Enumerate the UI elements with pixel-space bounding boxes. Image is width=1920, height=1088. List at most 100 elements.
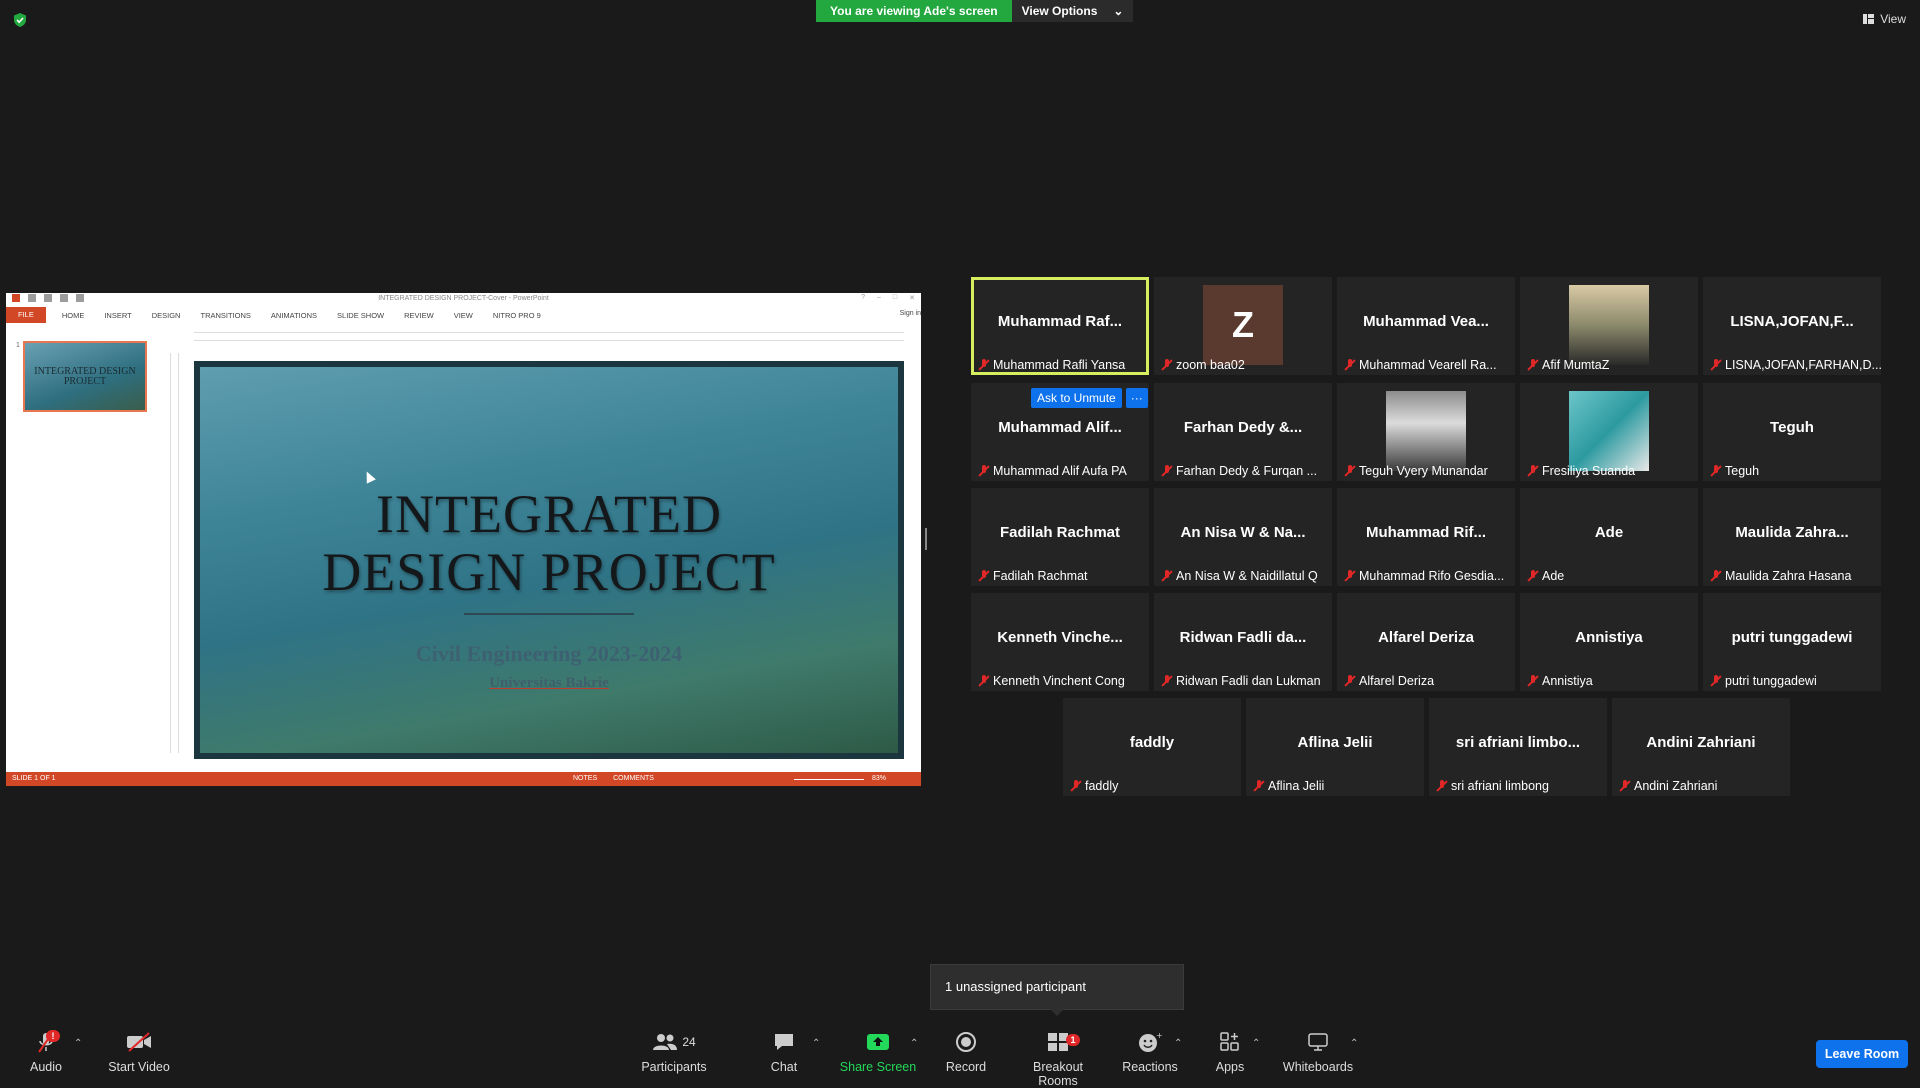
tab-view[interactable]: VIEW bbox=[444, 311, 483, 320]
participant-tile[interactable]: Afif MumtaZ bbox=[1520, 277, 1698, 375]
participant-name: Muhammad Rafli Yansa bbox=[993, 358, 1126, 372]
participant-tile[interactable]: Fresiliya Suanda bbox=[1520, 383, 1698, 481]
tab-transitions[interactable]: TRANSITIONS bbox=[190, 311, 260, 320]
tab-insert[interactable]: INSERT bbox=[94, 311, 141, 320]
participant-display-name: Aflina Jelii bbox=[1297, 734, 1373, 751]
mic-muted-icon bbox=[1528, 359, 1538, 371]
participant-name: Andini Zahriani bbox=[1634, 779, 1718, 793]
share-screen-button[interactable]: Share Screen bbox=[838, 1030, 918, 1074]
participant-display-name: Ridwan Fadli da... bbox=[1179, 629, 1307, 646]
tab-home[interactable]: HOME bbox=[52, 311, 95, 320]
participant-tile[interactable]: Ade Ade bbox=[1520, 488, 1698, 586]
minimize-icon[interactable]: – bbox=[877, 294, 881, 302]
chat-bubble-icon bbox=[775, 1034, 793, 1050]
tab-file[interactable]: FILE bbox=[6, 307, 46, 323]
participant-name: putri tunggadewi bbox=[1725, 674, 1817, 688]
maximize-icon[interactable]: □ bbox=[893, 294, 897, 302]
participant-display-name: Teguh bbox=[1770, 419, 1814, 436]
participant-display-name: Muhammad Alif... bbox=[998, 419, 1122, 436]
reactions-options-caret[interactable]: ⌃ bbox=[1174, 1038, 1182, 1049]
tab-slide-show[interactable]: SLIDE SHOW bbox=[327, 311, 394, 320]
sign-in-link[interactable]: Sign in bbox=[900, 310, 921, 317]
record-button[interactable]: Record bbox=[942, 1030, 990, 1074]
apps-icon bbox=[1220, 1032, 1239, 1051]
start-video-button[interactable]: Start Video bbox=[104, 1030, 174, 1074]
view-options-button[interactable]: View Options ⌄ bbox=[1011, 0, 1134, 22]
participant-tile[interactable]: Aflina Jelii Aflina Jelii bbox=[1246, 698, 1424, 796]
slide-thumbnail[interactable]: INTEGRATED DESIGN PROJECT bbox=[23, 341, 147, 412]
shared-screen-powerpoint[interactable]: INTEGRATED DESIGN PROJECT-Cover - PowerP… bbox=[6, 293, 921, 786]
participant-tile[interactable]: faddly faddly bbox=[1063, 698, 1241, 796]
participant-tile[interactable]: Farhan Dedy &... Farhan Dedy & Furqan ..… bbox=[1154, 383, 1332, 481]
audio-options-caret[interactable]: ⌃ bbox=[74, 1038, 82, 1049]
mic-muted-icon bbox=[979, 465, 989, 477]
help-icon[interactable]: ? bbox=[861, 294, 865, 302]
participant-name: faddly bbox=[1085, 779, 1119, 793]
participant-tile[interactable]: sri afriani limbo... sri afriani limbong bbox=[1429, 698, 1607, 796]
ribbon-tabs[interactable]: FILE HOME INSERT DESIGN TRANSITIONS ANIM… bbox=[6, 307, 921, 323]
slide-title-line1: INTEGRATED bbox=[376, 484, 722, 544]
participant-tile[interactable]: Teguh Teguh bbox=[1703, 383, 1881, 481]
zoom-level: 83% bbox=[872, 775, 887, 782]
zoom-slider[interactable] bbox=[794, 778, 864, 780]
participant-name: Alfarel Deriza bbox=[1359, 674, 1435, 688]
breakout-rooms-button[interactable]: Breakout Rooms bbox=[1012, 1030, 1104, 1088]
whiteboards-options-caret[interactable]: ⌃ bbox=[1350, 1038, 1358, 1049]
participant-tile[interactable]: Muhammad Rif... Muhammad Rifo Gesdia... bbox=[1337, 488, 1515, 586]
ask-to-unmute-button[interactable]: Ask to Unmute bbox=[1031, 388, 1122, 408]
window-controls[interactable]: ? – □ ✕ bbox=[861, 294, 915, 302]
chat-label: Chat bbox=[770, 1060, 798, 1074]
participants-button[interactable]: 24 Participants bbox=[638, 1030, 710, 1074]
reactions-button[interactable]: + Reactions bbox=[1122, 1030, 1178, 1074]
whiteboards-button[interactable]: Whiteboards bbox=[1280, 1030, 1356, 1074]
mic-muted-icon bbox=[1345, 675, 1355, 687]
participant-tile[interactable]: Alfarel Deriza Alfarel Deriza bbox=[1337, 593, 1515, 691]
more-options-button[interactable]: ··· bbox=[1125, 388, 1148, 408]
comments-button[interactable]: COMMENTS bbox=[613, 772, 654, 786]
profile-photo bbox=[1386, 391, 1466, 471]
participant-tile[interactable]: Muhammad Vea... Muhammad Vearell Ra... bbox=[1337, 277, 1515, 375]
notes-button[interactable]: NOTES bbox=[573, 772, 597, 786]
profile-photo bbox=[1569, 391, 1649, 471]
chat-button[interactable]: Chat bbox=[764, 1030, 804, 1074]
camera-off-icon bbox=[127, 1032, 151, 1052]
participant-tile[interactable]: Teguh Vyery Munandar bbox=[1337, 383, 1515, 481]
participant-tile[interactable]: Muhammad Raf... Muhammad Rafli Yansa bbox=[971, 277, 1149, 375]
participant-tile[interactable]: Z zoom baa02 bbox=[1154, 277, 1332, 375]
close-icon[interactable]: ✕ bbox=[909, 294, 915, 302]
tab-animations[interactable]: ANIMATIONS bbox=[261, 311, 327, 320]
participant-tile[interactable]: Fadilah Rachmat Fadilah Rachmat bbox=[971, 488, 1149, 586]
slide-title-line2: DESIGN PROJECT bbox=[322, 542, 776, 602]
tile-hover-actions[interactable]: Ask to Unmute ··· bbox=[1031, 388, 1148, 408]
tab-review[interactable]: REVIEW bbox=[394, 311, 444, 320]
participant-tile[interactable]: LISNA,JOFAN,F... LISNA,JOFAN,FARHAN,D... bbox=[1703, 277, 1882, 375]
chat-options-caret[interactable]: ⌃ bbox=[812, 1038, 820, 1049]
apps-button[interactable]: Apps bbox=[1210, 1030, 1250, 1074]
tab-nitro[interactable]: NITRO PRO 9 bbox=[483, 311, 551, 320]
participant-tile[interactable]: Annistiya Annistiya bbox=[1520, 593, 1698, 691]
apps-options-caret[interactable]: ⌃ bbox=[1252, 1038, 1260, 1049]
participant-tile[interactable]: An Nisa W & Na... An Nisa W & Naidillatu… bbox=[1154, 488, 1332, 586]
view-button[interactable]: View bbox=[1863, 12, 1906, 26]
thumbnail-title: INTEGRATED DESIGN PROJECT bbox=[34, 365, 136, 387]
share-screen-label: Share Screen bbox=[839, 1060, 917, 1074]
viewing-label: You are viewing Ade's screen bbox=[816, 0, 1012, 22]
participant-name: Fadilah Rachmat bbox=[993, 569, 1088, 583]
participant-tile[interactable]: Maulida Zahra... Maulida Zahra Hasana bbox=[1703, 488, 1881, 586]
split-view-divider[interactable] bbox=[925, 528, 927, 550]
tab-design[interactable]: DESIGN bbox=[142, 311, 191, 320]
unassigned-participant-tooltip[interactable]: 1 unassigned participant bbox=[930, 964, 1184, 1010]
participant-tile[interactable]: Andini Zahriani Andini Zahriani bbox=[1612, 698, 1790, 796]
participant-tile[interactable]: putri tunggadewi putri tunggadewi bbox=[1703, 593, 1881, 691]
slide-canvas[interactable]: INTEGRATED DESIGN PROJECT Civil Engineer… bbox=[194, 361, 904, 759]
mic-muted-icon bbox=[1711, 465, 1721, 477]
participant-display-name: Maulida Zahra... bbox=[1735, 524, 1849, 541]
smiley-icon: + bbox=[1139, 1031, 1162, 1052]
leave-room-button[interactable]: Leave Room bbox=[1816, 1040, 1908, 1068]
chevron-down-icon: ⌄ bbox=[1113, 4, 1124, 18]
participant-name: Maulida Zahra Hasana bbox=[1725, 569, 1852, 583]
security-shield-icon[interactable] bbox=[12, 12, 28, 28]
participant-tile[interactable]: Kenneth Vinche... Kenneth Vinchent Cong bbox=[971, 593, 1149, 691]
share-options-caret[interactable]: ⌃ bbox=[910, 1038, 918, 1049]
participant-tile[interactable]: Ridwan Fadli da... Ridwan Fadli dan Lukm… bbox=[1154, 593, 1332, 691]
